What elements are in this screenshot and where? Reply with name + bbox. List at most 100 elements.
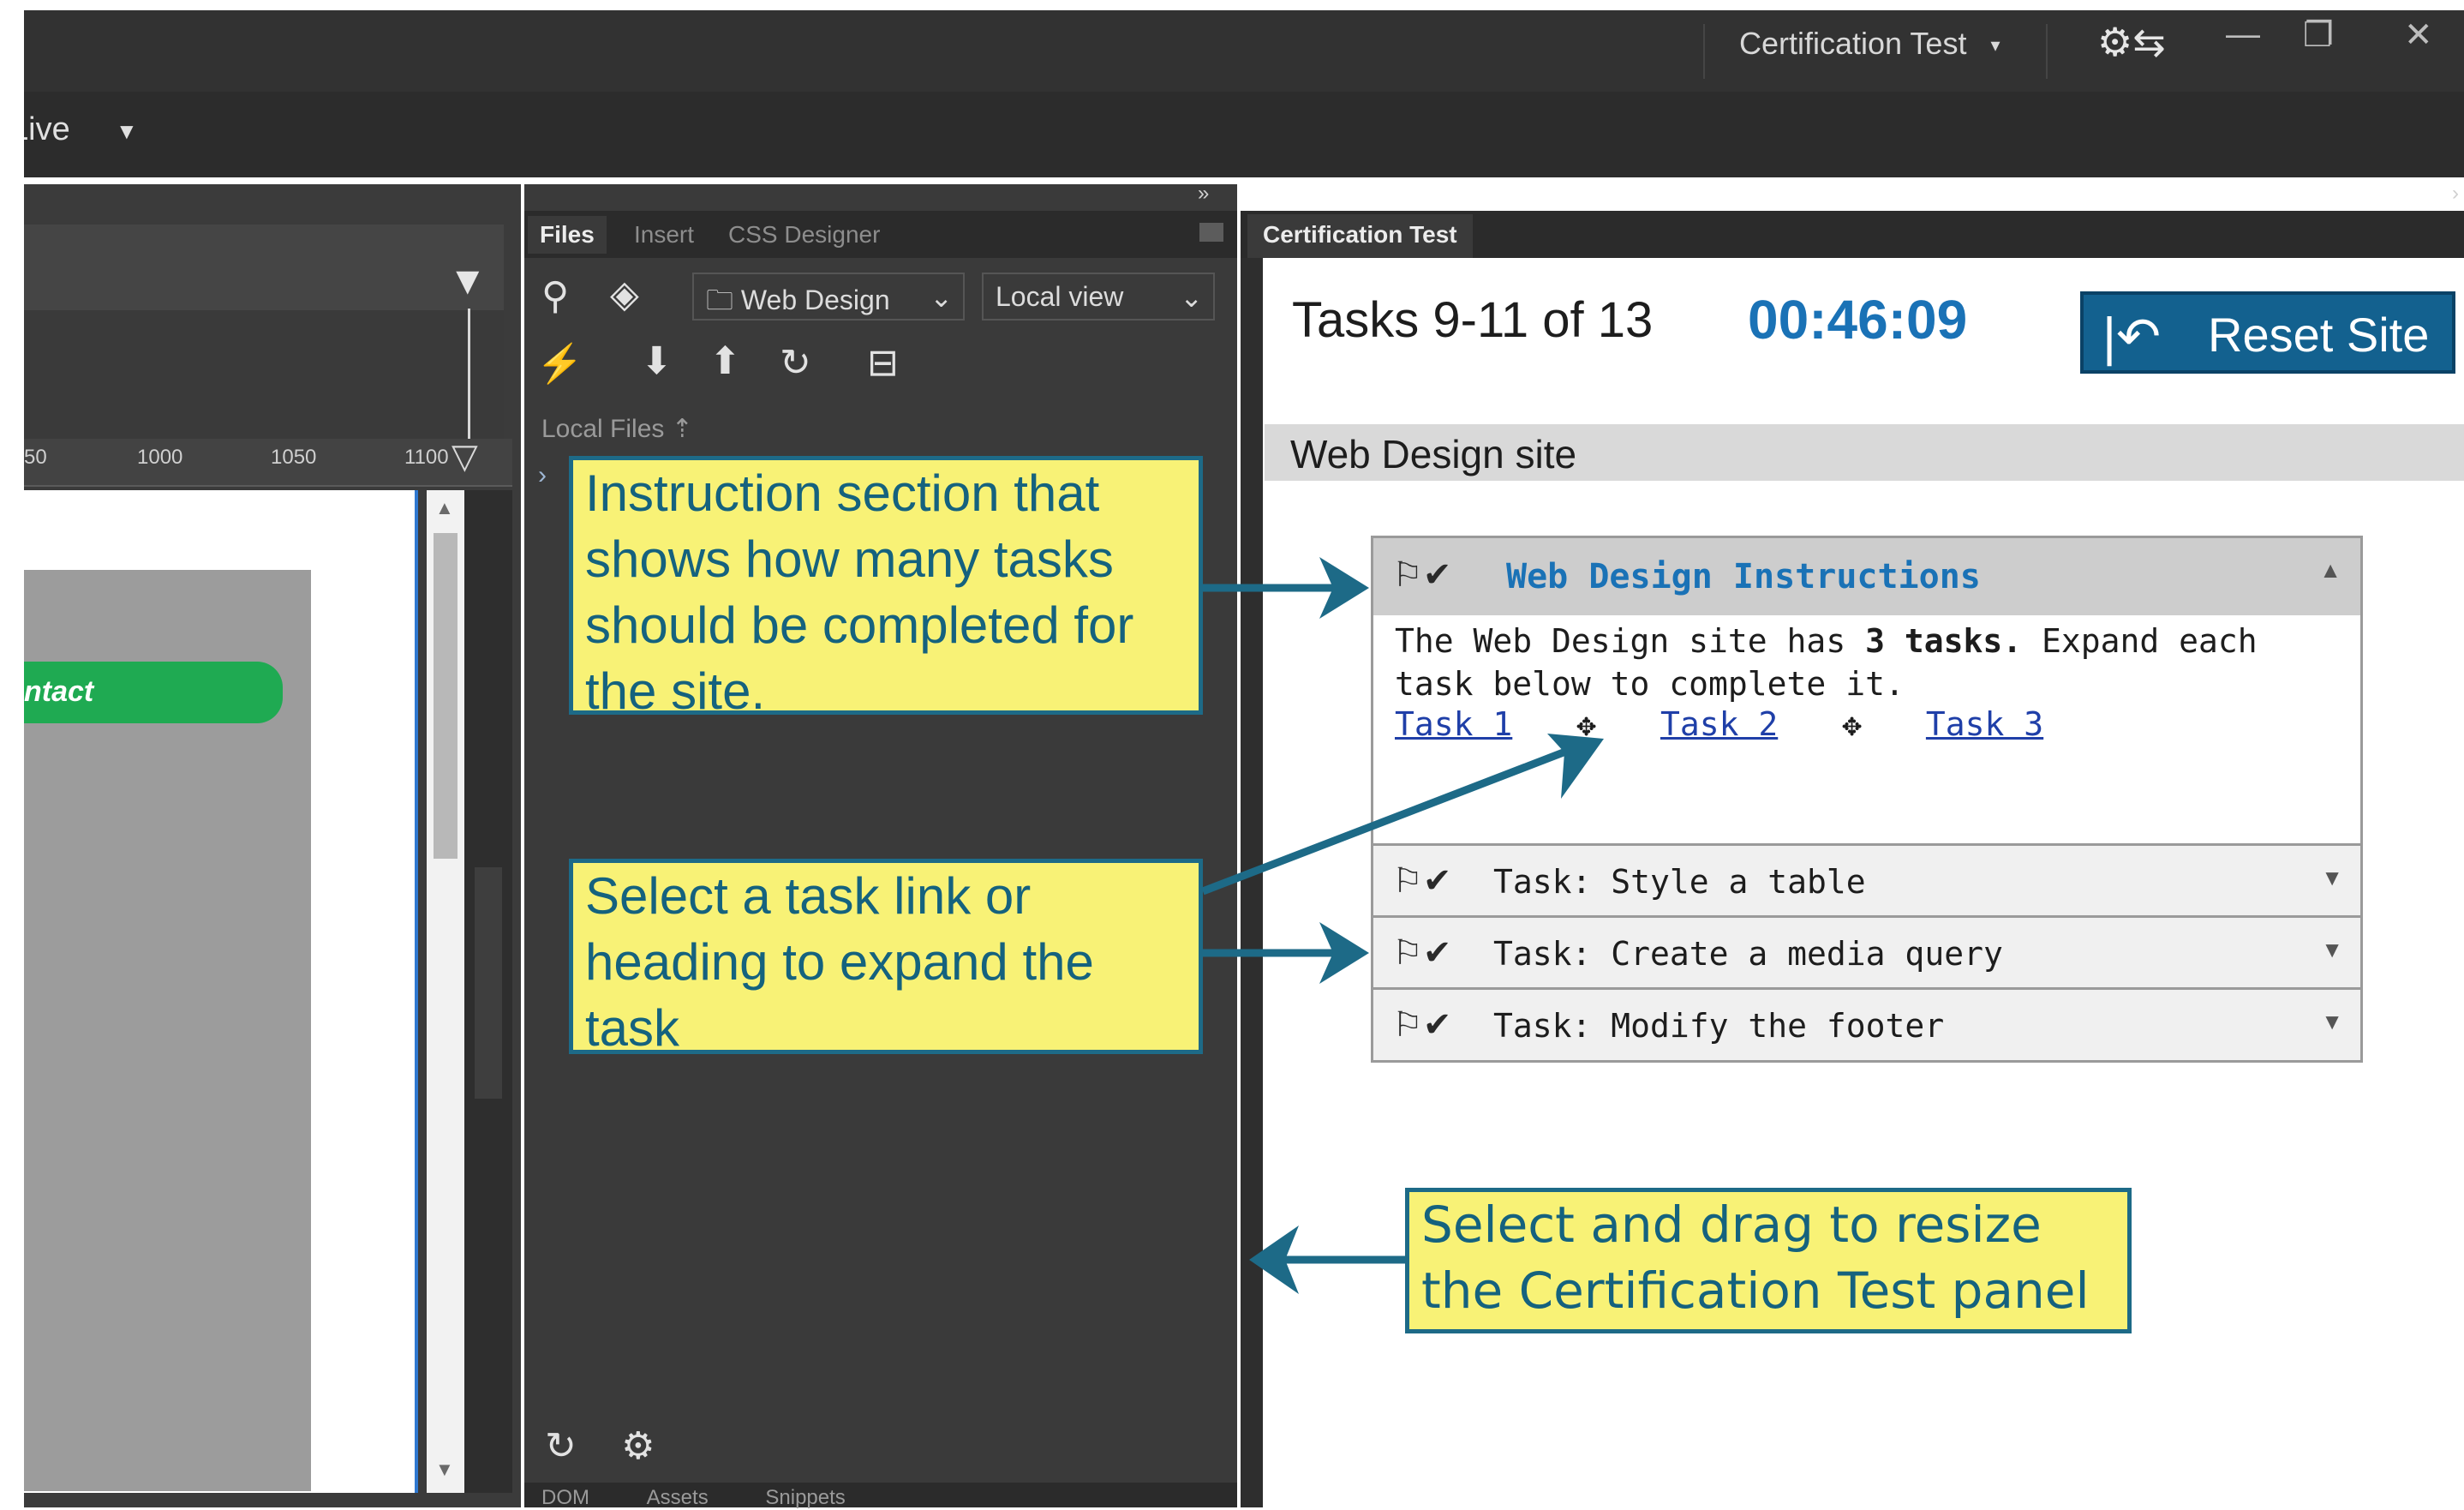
scrollbar-thumb[interactable] — [434, 533, 458, 859]
view-mode-select[interactable]: Live — [24, 111, 84, 148]
view-mode-label: Live — [24, 111, 70, 147]
panel-resize-grip[interactable] — [475, 867, 502, 1099]
tab-assets[interactable]: Assets — [647, 1486, 709, 1509]
titlebar-separator — [2046, 24, 2048, 79]
task-link-1[interactable]: Task 1 — [1395, 705, 1512, 743]
flag-check-icon: ⚐✔ — [1392, 556, 1452, 594]
files-footer-icons: ↻ ⚙ — [545, 1424, 655, 1468]
scroll-up-icon[interactable]: ▲ — [435, 497, 454, 519]
put-files-icon[interactable]: ⬆ — [709, 339, 741, 383]
tab-css-designer[interactable]: CSS Designer — [716, 216, 892, 254]
reset-site-label: Reset Site — [2208, 308, 2430, 362]
site-select[interactable]: 🗀 Web Design ⌄ — [692, 273, 965, 321]
collapse-panels-icon[interactable]: » — [1198, 182, 1209, 206]
view-select[interactable]: Local view ⌄ — [982, 273, 1215, 321]
files-panel-tabs: Files Insert CSS Designer — [524, 211, 1237, 258]
close-icon[interactable]: ✕ — [2404, 15, 2433, 55]
chevron-up-icon: ▲ — [2319, 557, 2341, 583]
expand-panel-icon[interactable]: ⊟ — [867, 341, 899, 385]
titlebar-separator — [1703, 24, 1705, 79]
panel-gutter — [464, 490, 512, 1493]
ruler-tick: 1050 — [271, 446, 317, 469]
callout-resize-panel: Select and drag to resize the Certificat… — [1405, 1188, 2132, 1333]
diamond-separator-icon: ✥ — [1842, 705, 1863, 743]
chevron-down-icon: ▼ — [2321, 1009, 2343, 1034]
reset-site-button[interactable]: |↶ Reset Site — [2080, 291, 2455, 374]
tab-dom[interactable]: DOM — [541, 1486, 589, 1509]
sort-up-icon: ⇡ — [671, 415, 693, 443]
tab-insert[interactable]: Insert — [622, 216, 706, 254]
view-select-value: Local view — [996, 281, 1124, 312]
chevron-down-icon: ⌄ — [930, 282, 953, 313]
folder-icon: 🗀 — [706, 285, 734, 315]
page-contact-button[interactable]: ntact — [24, 662, 283, 723]
chevron-down-icon[interactable]: ▼ — [116, 118, 138, 145]
site-select-value: Web Design — [740, 285, 890, 315]
callout-select-task: Select a task link or heading to expand … — [569, 859, 1203, 1057]
chevron-down-icon: ▼ — [2321, 865, 2343, 890]
refresh-icon[interactable]: ↻ — [545, 1425, 577, 1467]
tab-files[interactable]: Files — [528, 216, 607, 254]
refresh-icon[interactable]: ↻ — [780, 341, 811, 385]
scroll-down-icon[interactable]: ▼ — [435, 1459, 454, 1481]
callout-instruction-section: Instruction section that shows how many … — [569, 456, 1203, 720]
panel-menu-icon[interactable] — [1199, 223, 1223, 242]
site-heading: Web Design site — [1265, 424, 2464, 481]
document-header — [24, 225, 504, 310]
tasks-count: Tasks 9-11 of 13 — [1292, 292, 1654, 348]
task-links: Task 1 ✥ Task 2 ✥ Task 3 — [1395, 705, 2043, 743]
vertical-scrollbar[interactable]: ▲ ▼ — [427, 490, 464, 1493]
instructions-task-count: 3 tasks. — [1865, 622, 2023, 660]
ruler-marker-icon[interactable]: ▽ — [452, 437, 478, 476]
workspace-label: Certification Test — [1739, 26, 1967, 61]
diamond-separator-icon: ✥ — [1576, 705, 1597, 743]
flag-check-icon: ⚐✔ — [1392, 934, 1452, 972]
left-margin — [0, 0, 24, 1507]
get-files-icon[interactable]: ⬇ — [641, 339, 673, 383]
certification-panel-header: Certification Test — [1241, 211, 2464, 272]
chevron-down-icon: ▼ — [2321, 937, 2343, 962]
ruler-tick: 1100 — [404, 446, 449, 469]
task-link-2[interactable]: Task 2 — [1660, 705, 1778, 743]
task-title: Task: Style a table — [1493, 863, 1866, 901]
log-icon[interactable]: ⚙ — [621, 1425, 655, 1467]
task-title: Task: Create a media query — [1493, 935, 2003, 973]
flag-check-icon: ⚐✔ — [1392, 1006, 1452, 1044]
workspace-switcher[interactable]: Certification Test ▾ — [1739, 26, 2001, 62]
document-toolbar — [24, 92, 2464, 177]
task-row-style-table[interactable]: ⚐✔ Task: Style a table ▼ — [1373, 843, 2360, 916]
local-files-label: Local Files — [541, 415, 665, 443]
task-accordion: ⚐✔ Web Design Instructions ▲ The Web Des… — [1371, 536, 2363, 1063]
minimize-icon[interactable]: — — [2226, 15, 2260, 54]
instructions-title: Web Design Instructions — [1506, 557, 1981, 596]
task-row-modify-footer[interactable]: ⚐✔ Task: Modify the footer ▼ — [1373, 987, 2360, 1060]
expand-arrow-icon[interactable]: › — [538, 461, 547, 490]
instructions-text-before: The Web Design site has — [1395, 622, 1846, 660]
connect-server-icon[interactable]: ⚲ — [541, 274, 569, 318]
instructions-header[interactable]: ⚐✔ Web Design Instructions ▲ — [1373, 538, 2360, 615]
task-link-3[interactable]: Task 3 — [1926, 705, 2043, 743]
tab-snippets[interactable]: Snippets — [765, 1486, 845, 1509]
flag-check-icon: ⚐✔ — [1392, 862, 1452, 900]
sync-settings-icon[interactable]: ⚙⇆ — [2097, 19, 2166, 65]
chevron-down-icon: ⌄ — [1180, 282, 1203, 313]
collapse-panels-icon[interactable]: › — [2452, 182, 2459, 206]
task-title: Task: Modify the footer — [1493, 1007, 1945, 1045]
filter-icon[interactable]: ▼ — [448, 257, 487, 303]
undo-icon: |↶ — [2102, 308, 2162, 367]
task-row-media-query[interactable]: ⚐✔ Task: Create a media query ▼ — [1373, 915, 2360, 988]
countdown-timer: 00:46:09 — [1748, 289, 1968, 351]
local-files-header[interactable]: Local Files ⇡ — [541, 414, 693, 444]
disconnect-icon[interactable]: ⚡ — [536, 341, 583, 386]
site-heading-text: Web Design site — [1290, 432, 1577, 476]
bottom-panel-tabs: DOM Assets Snippets — [524, 1483, 1237, 1509]
restore-icon[interactable]: ❐ — [2303, 15, 2334, 55]
git-icon[interactable]: ◈ — [610, 273, 639, 316]
ruler-tick: 50 — [24, 446, 47, 469]
instructions-text: The Web Design site has 3 tasks. Expand … — [1395, 620, 2337, 705]
ruler-tick: 1000 — [137, 446, 183, 469]
chevron-down-icon: ▾ — [1990, 34, 2001, 57]
horizontal-ruler: 50 1000 1050 1100 — [24, 439, 512, 487]
document-subheader — [24, 310, 504, 439]
page-contact-label: ntact — [24, 675, 94, 708]
